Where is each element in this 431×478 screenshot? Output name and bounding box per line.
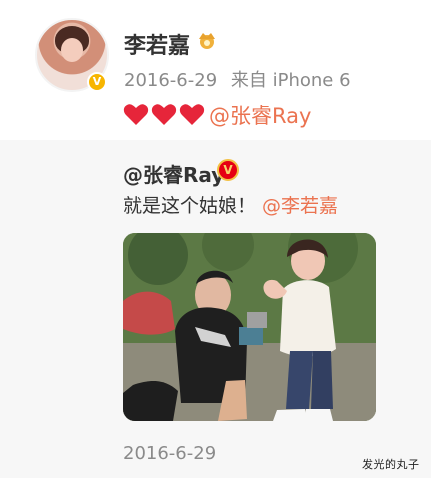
repost-photo[interactable] (123, 233, 376, 421)
repost-text: 就是这个姑娘！ @李若嘉 (123, 191, 338, 218)
heart-icon (179, 104, 205, 125)
verified-badge-icon: V (87, 72, 107, 92)
heart-icon (123, 104, 149, 125)
photo-illustration (123, 233, 376, 421)
post-meta: 2016-6-29 来自 iPhone 6 (124, 66, 359, 92)
original-post: V 李若嘉 2016-6-29 来自 iPhone 6 @张睿Ray (0, 0, 431, 140)
repost-message: 就是这个姑娘！ (123, 195, 257, 217)
reposted-card[interactable]: @张睿Ray V 就是这个姑娘！ @李若嘉 2016-6-29 (0, 140, 431, 478)
watermark: 发光的丸子 (362, 458, 420, 471)
post-content: @张睿Ray (123, 100, 311, 130)
repost-username[interactable]: @张睿Ray (123, 159, 224, 188)
crown-icon (199, 33, 215, 49)
heart-icon (151, 104, 177, 125)
post-source: 来自 iPhone 6 (230, 70, 351, 91)
post-date[interactable]: 2016-6-29 (124, 70, 217, 91)
mention-link[interactable]: @张睿Ray (209, 100, 311, 130)
post-username[interactable]: 李若嘉 (124, 28, 190, 60)
repost-date[interactable]: 2016-6-29 (123, 443, 216, 464)
mention-link[interactable]: @李若嘉 (262, 195, 338, 217)
verified-badge-icon: V (217, 159, 239, 181)
